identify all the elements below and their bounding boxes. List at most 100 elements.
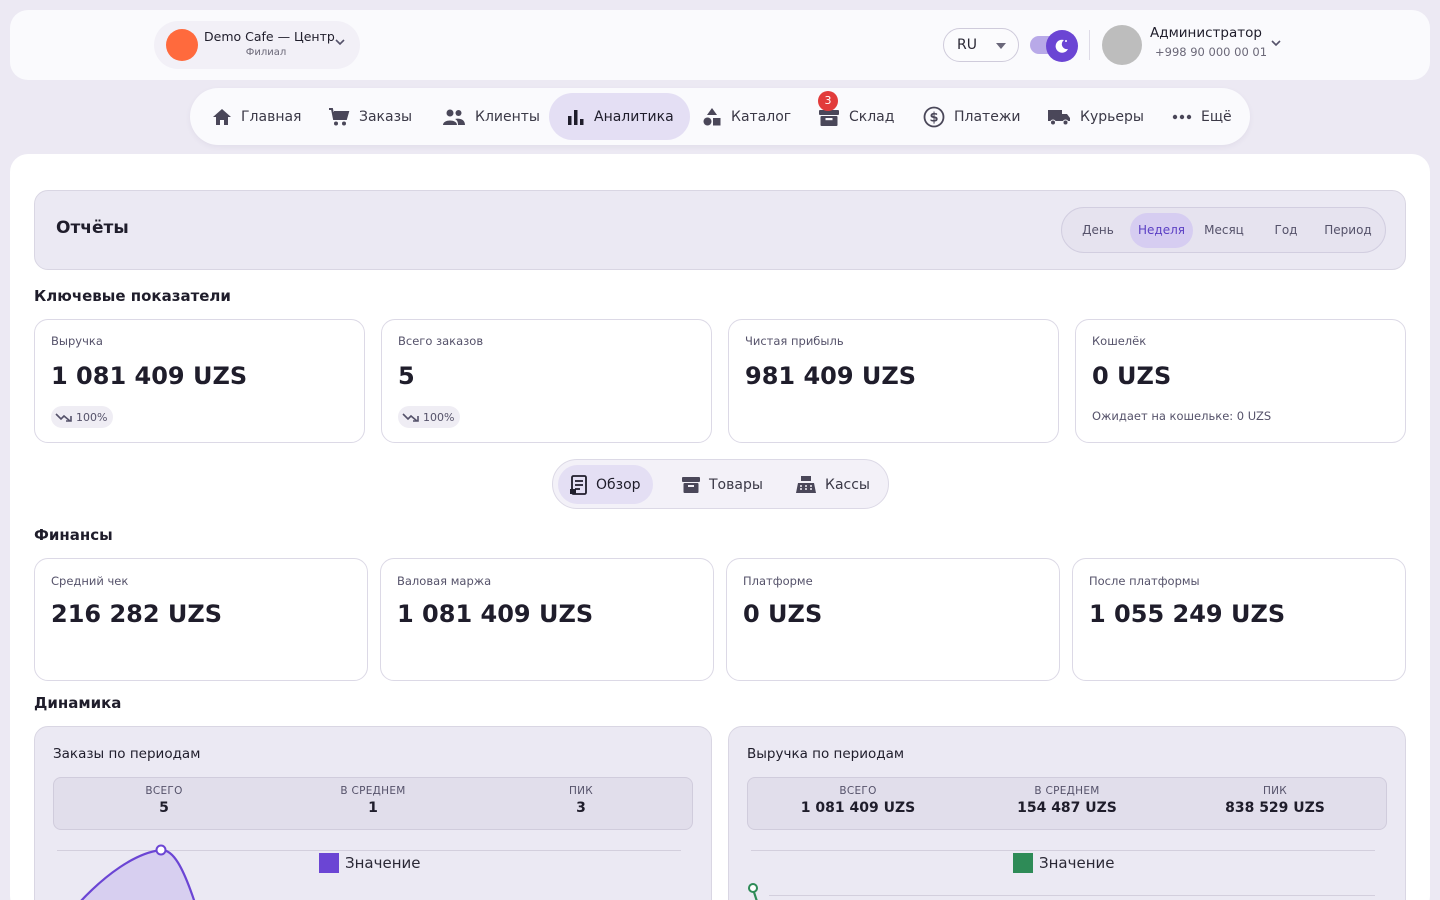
legend-swatch [1013,853,1033,873]
card-label: Кошелёк [1092,334,1147,348]
tab-products[interactable]: Товары [669,465,775,504]
moon-icon [1055,39,1068,53]
card-label: Чистая прибыль [745,334,844,348]
orders-chart [57,844,681,900]
branch-name: Demo Cafe — Центр [204,29,335,44]
card-value: 0 UZS [1092,362,1172,390]
nav-item-catalog[interactable]: Каталог [692,93,801,140]
user-phone: +998 90 000 00 01 [1155,45,1268,59]
branch-subtitle: Филиал [245,47,287,58]
nav-item-home[interactable]: Главная [202,93,311,140]
nav-item-clients[interactable]: Клиенты [432,93,550,140]
finance-card-after-platform: После платформы 1 055 249 UZS [1072,558,1406,681]
trend-down-icon [402,413,419,422]
theme-toggle[interactable] [1030,30,1078,62]
main-panel: Отчёты День Неделя Месяц Год Период Ключ… [10,154,1430,900]
users-icon [443,109,465,125]
card-value: 216 282 UZS [51,600,223,628]
finance-card-avg-check: Средний чек 216 282 UZS [34,558,368,681]
nav-item-orders[interactable]: Заказы [318,93,422,140]
period-custom-button[interactable]: Период [1318,213,1378,248]
period-week-button[interactable]: Неделя [1130,213,1193,248]
nav-item-payments[interactable]: $ Платежи [913,93,1031,140]
delta-value: 100% [76,410,108,424]
home-icon [213,108,231,125]
chart-legend: Значение [1013,853,1115,873]
period-day-button[interactable]: День [1070,213,1126,248]
header-divider [1089,30,1090,60]
tab-label: Обзор [596,476,641,493]
shapes-icon [703,107,721,125]
svg-text:$: $ [929,110,938,125]
analytics-subtabs: Обзор Товары Кассы [552,459,889,509]
tab-label: Кассы [825,476,870,493]
kpi-card-wallet: Кошелёк 0 UZS Ожидает на кошельке: 0 UZS [1075,319,1406,443]
orders-peak-point[interactable] [155,844,167,856]
nav-label: Аналитика [594,108,674,125]
card-label: Всего заказов [398,334,484,348]
delta-badge: 100% [398,406,461,428]
finance-card-gross-margin: Валовая маржа 1 081 409 UZS [380,558,714,681]
nav-item-warehouse[interactable]: 3 Склад [808,91,904,140]
legend-swatch [319,853,339,873]
reports-header: Отчёты День Неделя Месяц Год Период [34,190,1406,270]
card-value: 1 081 409 UZS [51,362,248,390]
tab-overview[interactable]: Обзор [558,465,653,504]
nav-label: Клиенты [475,108,540,125]
avatar[interactable] [1102,25,1142,65]
period-month-button[interactable]: Месяц [1196,213,1252,248]
truck-icon [1048,109,1070,125]
nav-item-couriers[interactable]: Курьеры [1037,93,1154,140]
notification-badge: 3 [818,91,838,111]
card-label: После платформы [1089,574,1200,588]
kpi-card-revenue: Выручка 1 081 409 UZS 100% [34,319,365,443]
caret-down-icon [996,43,1006,49]
nav-label: Склад [849,108,895,125]
card-label: Выручка [51,334,103,348]
user-name[interactable]: Администратор [1150,25,1262,41]
trend-down-icon [55,413,72,422]
more-icon [1172,114,1192,119]
tab-label: Товары [709,476,763,493]
cash-register-icon [796,475,816,493]
nav-label: Главная [241,108,302,125]
top-bar: Demo Cafe — Центр Филиал RU Администрато… [10,10,1430,80]
page-title: Отчёты [56,218,129,238]
chevron-down-icon [334,33,346,52]
chart-legend: Значение [319,853,421,873]
nav-label: Каталог [731,108,792,125]
period-switcher: День Неделя Месяц Год Период [1061,207,1386,253]
nav-label: Заказы [359,108,413,125]
wallet-note: Ожидает на кошельке: 0 UZS [1092,409,1272,423]
branch-avatar [166,29,198,61]
card-value: 0 UZS [743,600,823,628]
main-nav: Главная Заказы Клиенты Аналитика Каталог… [190,88,1250,145]
section-title-kpi: Ключевые показатели [34,287,231,305]
card-value: 1 081 409 UZS [397,600,594,628]
nav-item-more[interactable]: Ещё [1162,93,1242,140]
period-year-button[interactable]: Год [1258,213,1314,248]
card-label: Валовая маржа [397,574,492,588]
chart-card-revenue: Выручка по периодам ВСЕГО 1 081 409 UZS … [728,726,1406,900]
nav-label: Платежи [954,108,1021,125]
section-title-finance: Финансы [34,526,113,544]
revenue-chart [748,850,1375,900]
nav-label: Курьеры [1080,108,1144,125]
nav-label: Ещё [1201,108,1232,125]
toggle-knob [1046,30,1078,62]
card-value: 1 055 249 UZS [1089,600,1286,628]
language-value: RU [957,37,977,53]
dollar-icon: $ [923,106,945,127]
card-value: 981 409 UZS [745,362,917,390]
receipt-icon [570,474,587,495]
chevron-down-icon[interactable] [1270,34,1282,53]
cart-icon [329,107,350,125]
bar-chart-icon [568,109,584,125]
nav-item-analytics[interactable]: Аналитика [549,93,690,140]
delta-value: 100% [423,410,455,424]
branch-selector[interactable]: Demo Cafe — Центр Филиал [154,21,360,69]
language-select[interactable]: RU [943,28,1019,62]
archive-icon [682,476,700,493]
tab-registers[interactable]: Кассы [783,465,882,504]
revenue-peak-point[interactable] [748,883,758,893]
